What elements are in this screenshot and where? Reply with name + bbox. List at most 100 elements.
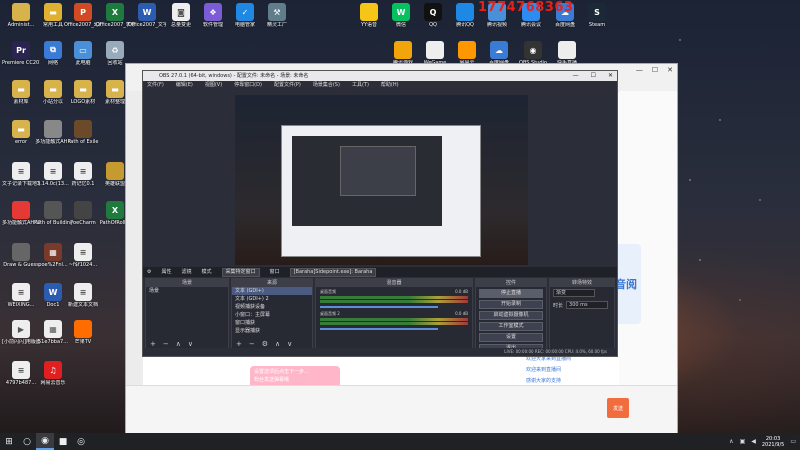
search-icon[interactable]: ○ <box>18 433 36 450</box>
desktop-icon-poe[interactable]: Path of Exile <box>64 120 102 145</box>
desktop-icon-label: 腾讯会议 <box>520 22 541 28</box>
minimize-icon[interactable]: — <box>636 66 643 74</box>
audio-mixer-dock: 混音器 桌面音频 0.0 dB 桌面音频 2 0.0 dB <box>315 278 473 350</box>
folder-icon: ▬ <box>44 80 62 98</box>
camera-icon: ◙ <box>172 3 190 21</box>
maximize-icon[interactable]: ☐ <box>591 71 596 81</box>
text-file-icon: ≡ <box>74 283 92 301</box>
volume-slider[interactable] <box>320 328 438 330</box>
maximize-icon[interactable]: ☐ <box>652 66 658 74</box>
app-icon <box>458 41 476 59</box>
source-context-toolbar: ⚙ 属性 滤镜 模式 采集特定窗口 窗口 [Baraha]Sidepoint.e… <box>143 267 617 277</box>
studio-mode-button[interactable]: 工作室模式 <box>479 322 543 331</box>
preview-nested-window <box>281 125 481 257</box>
menu-scene-collection[interactable]: 场景集合(S) <box>313 81 340 90</box>
desktop-icon-neteasemusic[interactable]: ♫ 网易云音乐 <box>34 361 72 386</box>
transitions-dock: 转场特效 渐变 时长 300 ms <box>549 278 615 350</box>
app-icon <box>394 41 412 59</box>
menu-profile[interactable]: 配置文件(P) <box>274 81 301 90</box>
source-item[interactable]: 文本 (GDI+) <box>232 287 312 295</box>
source-item[interactable]: 视频捕获设备 <box>232 303 312 311</box>
window-select[interactable]: [Baraha]Sidepoint.exe]: Baraha <box>289 268 377 277</box>
transition-duration-row: 时长 300 ms <box>550 299 614 311</box>
folder-icon: ▬ <box>12 80 30 98</box>
close-icon[interactable]: ✕ <box>608 71 613 81</box>
excel-icon: X <box>106 201 124 219</box>
menu-tools[interactable]: 工具(T) <box>352 81 369 90</box>
properties-button[interactable]: 属性 <box>161 267 171 277</box>
track-db: 0.0 dB <box>455 311 468 316</box>
chevron-up-icon[interactable]: ∧ <box>729 438 733 445</box>
transition-type-select[interactable]: 渐变 <box>553 289 595 297</box>
controls-dock-header: 控件 <box>476 279 546 287</box>
desktop-icon-label: Office2007_文字 <box>128 22 166 28</box>
mgtv-icon <box>74 320 92 338</box>
desktop-icon-f1024[interactable]: ≡ ~f$f1024... <box>64 243 102 268</box>
chat-input-area[interactable] <box>126 385 677 434</box>
volume-slider[interactable] <box>320 306 438 308</box>
taskbar-app-icon[interactable]: ■ <box>54 433 72 450</box>
charm-icon <box>74 201 92 219</box>
desktop-icon-fix[interactable]: ⚒ 精灵工厂 <box>258 3 296 28</box>
taskbar-clock[interactable]: 20:03 2021/9/5 <box>762 436 784 448</box>
track-name: 桌面音频 2 <box>320 311 340 316</box>
flash-icon <box>558 41 576 59</box>
close-icon[interactable]: ✕ <box>667 66 673 74</box>
menu-view[interactable]: 视图(V) <box>205 81 222 90</box>
menu-edit[interactable]: 编辑(E) <box>176 81 193 90</box>
yy-icon <box>360 3 378 21</box>
desktop-icon-label: 精灵工厂 <box>266 22 287 28</box>
desktop-icon-label: 芒果TV <box>74 339 92 345</box>
source-item[interactable]: 小窗口：主屏幕 <box>232 311 312 319</box>
preview-nested-obs-2 <box>340 146 416 196</box>
mode-select[interactable]: 采集特定窗口 <box>221 268 260 277</box>
premiere-icon: Pr <box>12 41 30 59</box>
desktop-icon-newtxt[interactable]: ≡ 新建文本文档 <box>64 283 102 308</box>
clock-date: 2021/9/5 <box>761 441 785 448</box>
menu-help[interactable]: 帮助(H) <box>381 81 399 90</box>
windows-start-icon[interactable]: ⊞ <box>0 433 18 450</box>
watermark-number: 1774768363 <box>478 0 574 15</box>
volume-icon[interactable]: ◀ <box>751 438 756 445</box>
obs-preview[interactable] <box>235 95 528 265</box>
text-file-icon: ≡ <box>12 283 30 301</box>
user-folder-icon <box>12 3 30 21</box>
cloud-icon: ☁ <box>490 41 508 59</box>
software-manager-icon: ❖ <box>204 3 222 21</box>
ahk-icon <box>12 201 30 219</box>
desktop-icon-word[interactable]: W Office2007_文字 <box>128 3 166 28</box>
volume-meter <box>320 296 468 299</box>
duration-input[interactable]: 300 ms <box>566 301 609 309</box>
start-recording-button[interactable]: 开始录制 <box>479 300 543 309</box>
mode-label: 模式 <box>201 269 212 275</box>
window-label: 窗口 <box>269 269 280 275</box>
browser-window-controls: — ☐ ✕ <box>636 66 673 74</box>
source-item[interactable]: 显示器捕获 <box>232 327 312 335</box>
desktop-icon-mgtv[interactable]: 芒果TV <box>64 320 102 345</box>
source-item[interactable]: 窗口捕获 <box>232 319 312 327</box>
settings-button[interactable]: 设置 <box>479 333 543 342</box>
network-icon[interactable]: ▣ <box>740 438 746 445</box>
taskbar-obs-icon[interactable]: ◉ <box>36 433 54 450</box>
minimize-icon[interactable]: — <box>573 71 579 81</box>
source-item[interactable]: 文本 (GDI+) 2 <box>232 295 312 303</box>
gear-icon[interactable]: ⚙ <box>147 267 151 277</box>
wrench-icon: ⚒ <box>268 3 286 21</box>
scene-item[interactable]: 场景 <box>146 287 228 295</box>
stop-streaming-button[interactable]: 停止直播 <box>479 289 543 298</box>
recycle-bin-icon: ♻ <box>106 41 124 59</box>
menu-docks[interactable]: 停靠窗口(D) <box>234 81 262 90</box>
obs-window[interactable]: OBS 27.0.1 (64-bit, windows) - 配置文件: 未命名… <box>142 70 618 357</box>
sources-dock-header: 来源 <box>232 279 312 287</box>
script-icon <box>44 120 62 138</box>
virtual-camera-button[interactable]: 启动虚拟摄像机 <box>479 311 543 320</box>
notification-icon[interactable]: ▭ <box>790 438 796 445</box>
word-icon: W <box>138 3 156 21</box>
chat-message-list: 欢迎大家来到直播间 欢迎来到直播间 感谢大家的支持 <box>526 354 646 387</box>
obs-window-controls: — ☐ ✕ <box>573 71 613 81</box>
send-button[interactable]: 发送 <box>607 398 629 418</box>
text-file-icon: ≡ <box>74 243 92 261</box>
menu-file[interactable]: 文件(F) <box>147 81 164 90</box>
taskbar-browser-icon[interactable]: ◎ <box>72 433 90 450</box>
filters-button[interactable]: 滤镜 <box>182 267 192 277</box>
